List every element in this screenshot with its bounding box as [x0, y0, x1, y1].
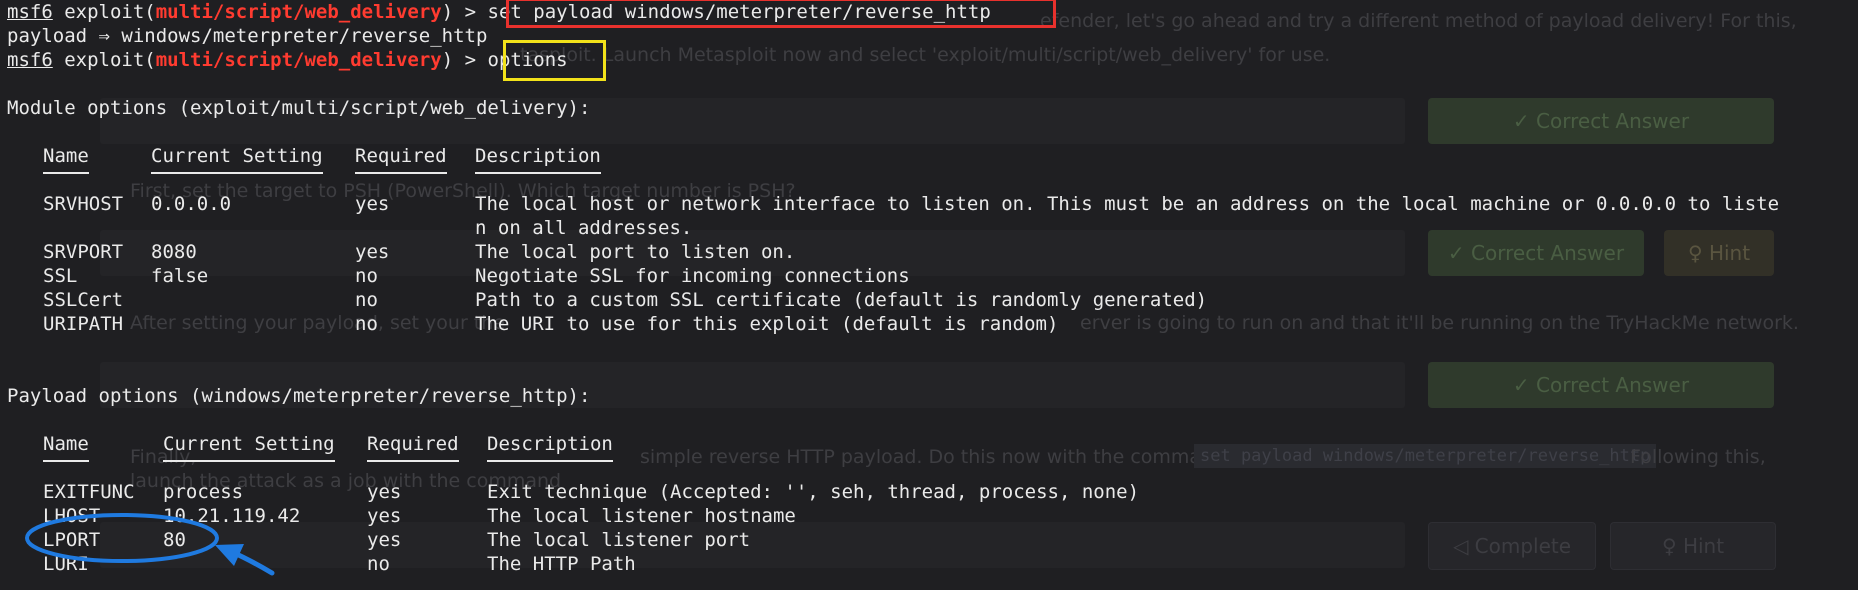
lport-annotation	[25, 513, 275, 576]
lport-circle-marker	[25, 513, 219, 563]
